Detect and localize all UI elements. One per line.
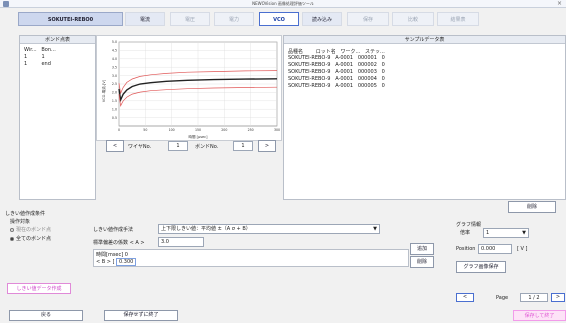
prev-wire-button[interactable]: < — [106, 140, 124, 152]
y-tick-label: 2.0 — [112, 91, 117, 95]
y-tick-label: 1.5 — [112, 99, 117, 103]
page-field: 1 / 2 — [520, 293, 548, 302]
tab-load[interactable]: 読み込み — [302, 12, 342, 26]
radio-current-bond[interactable]: 現在のボンド点 — [10, 226, 51, 233]
tab-current[interactable]: 電流 — [125, 12, 165, 26]
method-label: しきい値作成手法 — [93, 227, 134, 233]
tab-sokutei[interactable]: SOKUTEI-REBO0 — [18, 12, 123, 26]
threshold-section-title: しきい値作成条件 — [5, 211, 46, 217]
table-row[interactable]: SOKUTEI-REBO-9 A-0001 000003 0 — [288, 69, 385, 75]
tab-power[interactable]: 電力 — [214, 12, 254, 26]
table-row[interactable]: SOKUTEI-REBO-9 A-0001 000005 0 — [288, 83, 385, 89]
page-label: Page — [496, 295, 509, 301]
sample-data-panel: サンプルデータ表 品種名 ロット名 ワーク... ステッ... SOKUTEI-… — [283, 35, 566, 200]
radio-all-bonds[interactable]: 全てのボンド点 — [10, 235, 51, 242]
x-tick-label: 0 — [118, 128, 120, 132]
save-graph-image-button[interactable]: グラフ画像保存 — [456, 261, 506, 273]
y-tick-label: 3.0 — [112, 74, 117, 78]
y-axis-label: VCO-電流-[V] — [101, 79, 106, 102]
y-tick-label: 5.0 — [112, 40, 117, 44]
graph-section-title: グラフ情報 — [456, 222, 482, 228]
x-tick-label: 300 — [274, 128, 280, 132]
sigma-label: 標準偏差の係数 < A > — [93, 240, 145, 246]
x-tick-label: 250 — [248, 128, 254, 132]
sigma-field[interactable]: 3.0 — [158, 237, 204, 247]
bond-list-row[interactable]: 1 end — [24, 61, 51, 67]
b-value-field[interactable]: 0.300 — [116, 258, 136, 266]
tab-voltage[interactable]: 電圧 — [170, 12, 210, 26]
radio-selected-icon — [10, 236, 14, 241]
back-button[interactable]: 戻る — [9, 310, 83, 321]
x-tick-label: 50 — [143, 128, 147, 132]
app-window: NEWOVision 画像処理評価ツール × SOKUTEI-REBO0 電流 … — [0, 0, 566, 323]
y-tick-label: 4.5 — [112, 49, 117, 53]
y-tick-label: 0.5 — [112, 116, 117, 120]
bond-no-field[interactable]: 1 — [233, 141, 253, 151]
tab-results[interactable]: 結果表 — [437, 12, 479, 26]
position-label: Position — [456, 246, 476, 252]
save-and-close-button[interactable]: 保存して終了 — [513, 310, 566, 321]
bond-no-label: ボンドNo. — [195, 144, 219, 150]
bond-list-header: Wir... Bon... — [24, 47, 56, 53]
close-without-saving-button[interactable]: 保存せずに終了 — [104, 310, 178, 321]
y-tick-label: 3.5 — [112, 65, 117, 69]
table-row[interactable]: SOKUTEI-REBO-9 A-0001 000004 0 — [288, 76, 385, 82]
bond-point-panel: ボンド点表 Wir... Bon... 1 1 1 end — [19, 35, 96, 200]
dropdown-arrow-icon: ▼ — [373, 226, 377, 232]
time-header: 時間[msec] 0 — [96, 252, 128, 258]
page-next-button[interactable]: > — [551, 293, 565, 302]
x-tick-label: 200 — [221, 128, 227, 132]
x-tick-label: 100 — [169, 128, 175, 132]
wire-no-field[interactable]: 1 — [168, 141, 188, 151]
close-icon[interactable]: × — [557, 0, 562, 7]
y-tick-label: 2.5 — [112, 82, 117, 86]
y-tick-label: 1.0 — [112, 107, 117, 111]
bond-list-row[interactable]: 1 1 — [24, 54, 45, 60]
tab-save[interactable]: 保存 — [347, 12, 389, 26]
y-tick-label: 4.0 — [112, 57, 117, 61]
remove-button[interactable]: 削除 — [410, 256, 434, 268]
title-bar: NEWOVision 画像処理評価ツール × — [0, 0, 566, 8]
b-table: 時間[msec] 0 < B > [ V ] 0.300 — [93, 249, 409, 267]
sample-table-header: 品種名 ロット名 ワーク... ステッ... — [288, 49, 385, 55]
method-select[interactable]: 上下限しきい値：平均値 ±（A σ + B） ▼ — [158, 224, 380, 234]
vco-chart: 0 50 100 150 200 250 300 5.0 4.5 4.0 3.5 3.0 2.5 2.0 1… — [101, 40, 280, 139]
x-tick-label: 150 — [195, 128, 201, 132]
tab-bar: SOKUTEI-REBO0 電流 電圧 電力 VCO 読み込み 保存 比較 結果… — [0, 12, 566, 26]
next-wire-button[interactable]: > — [258, 140, 276, 152]
tab-vco[interactable]: VCO — [259, 12, 299, 26]
position-field[interactable]: 0.000 — [478, 244, 512, 254]
table-row[interactable]: SOKUTEI-REBO-9 A-0001 000001 0 — [288, 55, 385, 61]
target-label: 操作対象 — [10, 219, 31, 225]
dropdown-arrow-icon: ▼ — [522, 230, 526, 236]
x-axis-label: 時間 [µsec] — [189, 134, 209, 139]
ratio-select[interactable]: 1 ▼ — [483, 228, 529, 238]
bond-panel-title: ボンド点表 — [20, 36, 95, 44]
table-row[interactable]: SOKUTEI-REBO-9 A-0001 000002 0 — [288, 62, 385, 68]
delete-sample-button[interactable]: 削除 — [508, 201, 556, 213]
page-prev-button[interactable]: < — [456, 293, 474, 302]
position-unit: [ V ] — [517, 246, 528, 252]
radio-icon — [10, 227, 14, 232]
add-button[interactable]: 追加 — [410, 243, 434, 255]
create-threshold-button[interactable]: しきい値データ作成 — [7, 283, 71, 294]
ratio-label: 倍率 — [460, 230, 471, 236]
wire-no-label: ワイヤNo. — [128, 144, 152, 150]
chart-frame: 0 50 100 150 200 250 300 5.0 4.5 4.0 3.5 3.0 2.5 2.0 1… — [96, 35, 282, 141]
sample-panel-title: サンプルデータ表 — [284, 36, 565, 44]
window-title: NEWOVision 画像処理評価ツール — [252, 1, 314, 6]
tab-compare[interactable]: 比較 — [392, 12, 434, 26]
